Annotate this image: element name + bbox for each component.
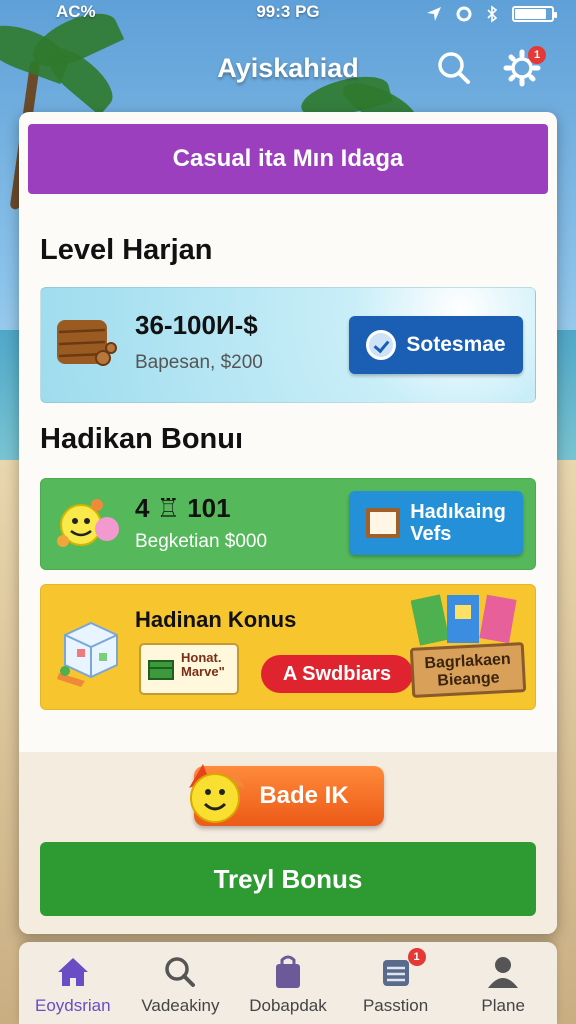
sotesmae-button[interactable]: Sotesmae — [349, 316, 523, 374]
nav-label: Dobapdak — [249, 996, 327, 1015]
nav-badge: 1 — [407, 948, 426, 966]
level-amount: 36-100И-$ — [135, 310, 258, 340]
level-subtitle: Bapesan, $200 — [135, 352, 263, 373]
bade-ik-label: Bade IK — [259, 782, 349, 809]
level-card[interactable]: 36-100И-$ Bapesan, $200 Sotesmae — [40, 287, 536, 403]
promo-title: Hadinan Konus — [135, 607, 297, 632]
notification-badge: 1 — [528, 46, 546, 64]
search-icon — [438, 52, 470, 84]
status-time: 99:3 PG — [256, 2, 320, 21]
chest-icon — [148, 660, 174, 680]
bonus-card[interactable]: 4 ♖ 101 Begketian $000 Hadıkaing Vefs — [40, 478, 536, 570]
nav-label: Passtion — [362, 996, 429, 1015]
level-heading: Level Harjan — [40, 234, 213, 266]
alarm-icon — [456, 6, 472, 22]
promo-banner[interactable]: Casual ita Mın Idaga — [28, 124, 548, 194]
bag-icon — [275, 955, 300, 988]
picture-frame-icon — [366, 508, 401, 538]
honat-sticker[interactable]: Honat. Marve" — [139, 643, 239, 695]
swdbiars-button[interactable]: A Swdbiars — [261, 655, 413, 693]
bagrlakaen-sign[interactable]: Bagrlakaen Bieange — [409, 642, 527, 698]
sticker-line2: Marve" — [181, 664, 225, 679]
hadikaing-label-line2: Vefs — [410, 523, 452, 545]
banner-text: Casual ita Mın Idaga — [172, 145, 404, 172]
bonus-subtitle: Begketian $000 — [135, 531, 268, 552]
hadikaing-label: Hadıkaing Vefs — [410, 501, 506, 545]
sticker-line1: Honat. — [181, 650, 222, 665]
swdbiars-label: A Swdbiars — [282, 662, 392, 685]
treyl-bonus-button[interactable]: Treyl Bonus — [40, 842, 536, 916]
nav-item-passtion[interactable]: 1 Passtion — [344, 948, 448, 1016]
gift-cube-icon — [57, 621, 118, 687]
status-left-text: AC% — [56, 2, 96, 21]
nav-item-search[interactable]: Vadeakiny — [128, 954, 232, 1016]
action-area: Bade IK Treyl Bonus — [19, 752, 557, 934]
hadikaing-label-line1: Hadıkaing — [410, 501, 506, 523]
status-icons — [426, 5, 557, 23]
home-icon — [57, 958, 88, 986]
smiley-mascot-icon — [189, 764, 245, 823]
promo-card[interactable]: Hadinan Konus Honat. Marve" A Swdbiars B… — [40, 584, 536, 710]
profile-icon — [488, 957, 519, 988]
bluetooth-icon — [487, 5, 498, 23]
nav-label: Plane — [481, 996, 525, 1015]
battery-icon — [512, 6, 557, 22]
check-icon — [366, 330, 397, 360]
search-icon — [165, 957, 196, 987]
bonus-amount: 4 ♖ 101 — [135, 493, 231, 523]
main-card: Casual ita Mın Idaga Level Harjan 36-100… — [19, 112, 557, 934]
settings-button[interactable]: 1 — [502, 46, 546, 88]
wood-logs-icon — [57, 320, 117, 366]
search-button[interactable] — [434, 48, 474, 88]
bottom-nav: Eoydsrian Vadeakiny Dobapdak 1 Passtion … — [19, 942, 557, 1024]
nav-label: Vadeakiny — [141, 996, 220, 1015]
treyl-bonus-label: Treyl Bonus — [213, 863, 363, 894]
smiley-icon — [57, 499, 119, 547]
nav-item-profile[interactable]: Plane — [451, 954, 555, 1016]
hadikaing-vefs-button[interactable]: Hadıkaing Vefs — [349, 491, 523, 555]
location-icon — [427, 7, 441, 21]
sotesmae-label: Sotesmae — [406, 333, 506, 356]
status-bar: AC% 99:3 PG — [0, 0, 576, 28]
card-packs-icon — [411, 594, 517, 646]
bonus-heading: Hadikan Bonuı — [40, 423, 244, 455]
nav-label: Eoydsrian — [34, 996, 111, 1015]
nav-item-home[interactable]: Eoydsrian — [21, 954, 125, 1016]
app-title: Ayiskahiad — [217, 52, 359, 83]
nav-item-bag[interactable]: Dobapdak — [236, 954, 340, 1016]
app-header: Ayiskahiad 1 — [0, 40, 576, 96]
